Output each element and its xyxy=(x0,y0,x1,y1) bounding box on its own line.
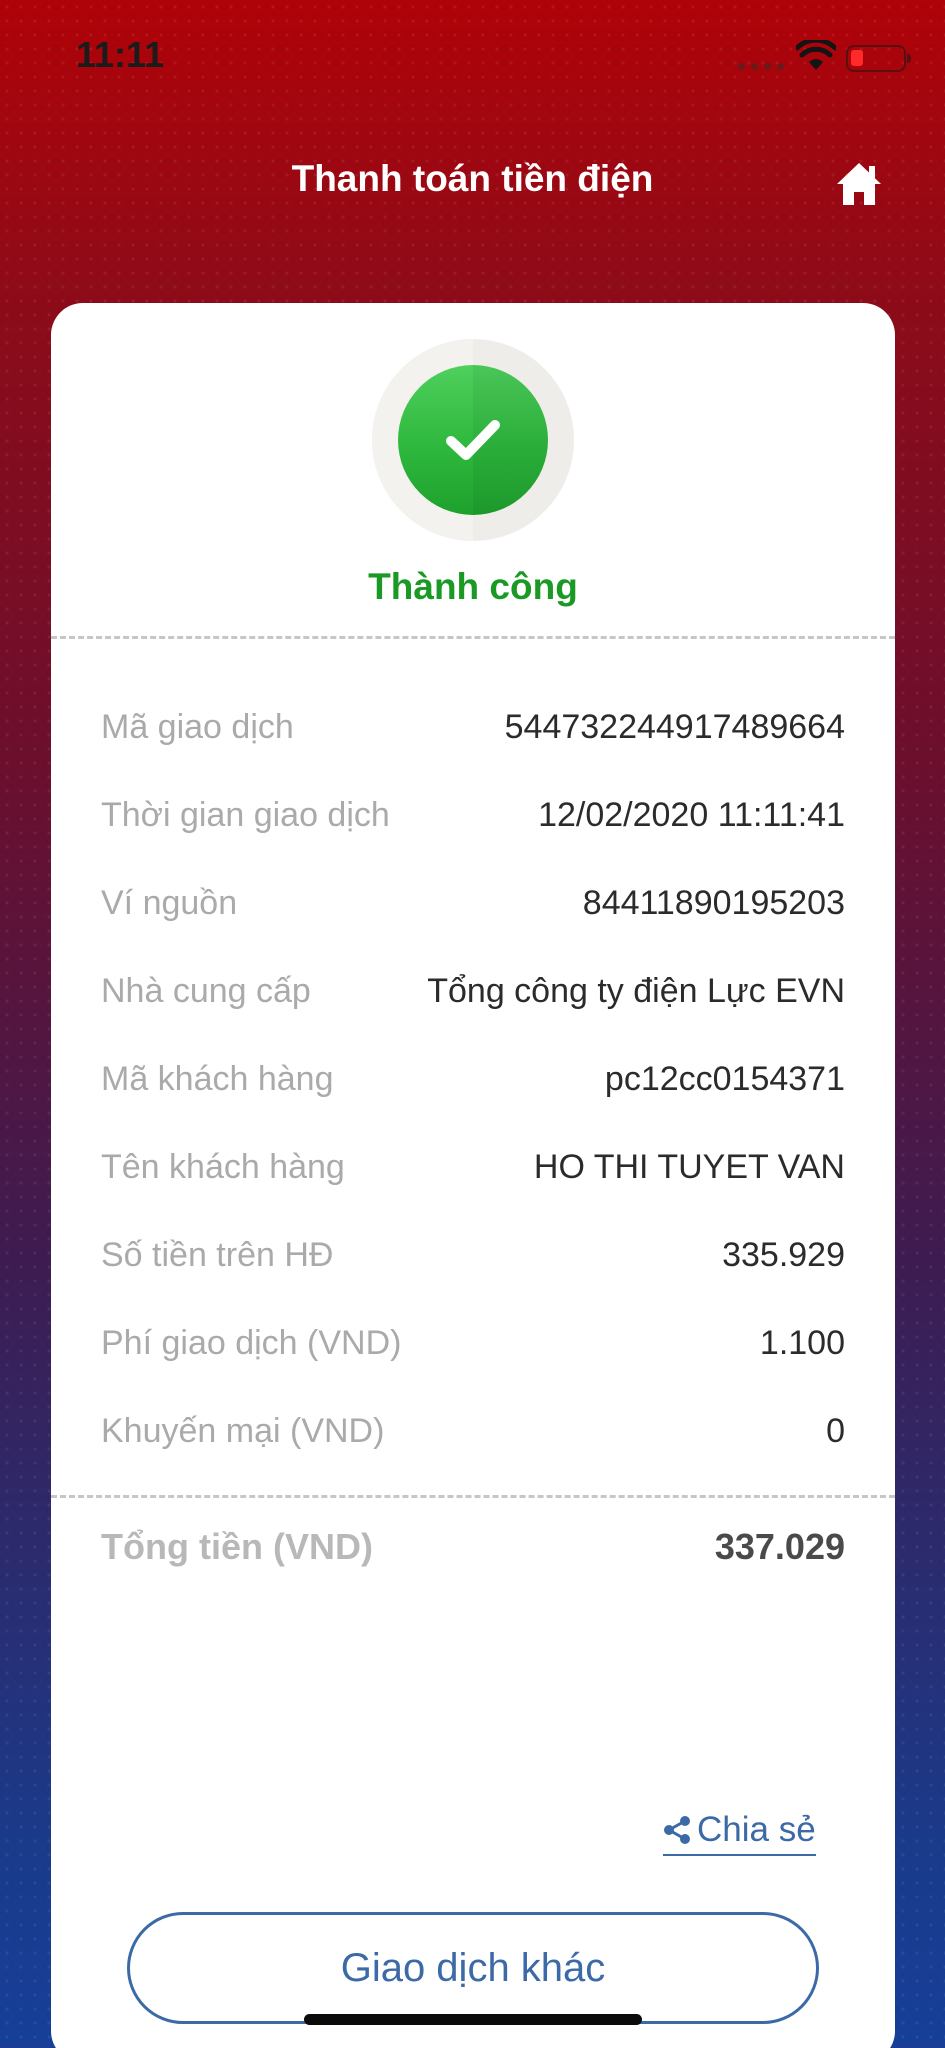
detail-label: Tên khách hàng xyxy=(101,1147,345,1186)
detail-value: 544732244917489664 xyxy=(504,707,845,746)
detail-row: Nhà cung cấp Tổng công ty điện Lực EVN xyxy=(101,966,845,1016)
success-badge xyxy=(372,339,574,541)
detail-value: Tổng công ty điện Lực EVN xyxy=(427,971,845,1010)
home-icon[interactable] xyxy=(834,160,884,208)
detail-value: 12/02/2020 11:11:41 xyxy=(538,795,845,834)
detail-label: Ví nguồn xyxy=(101,883,238,922)
detail-row: Tên khách hàng HO THI TUYET VAN xyxy=(101,1142,845,1192)
detail-row: Thời gian giao dịch 12/02/2020 11:11:41 xyxy=(101,790,845,840)
status-time: 11:11 xyxy=(76,34,165,75)
detail-value: 0 xyxy=(826,1411,845,1450)
page-title: Thanh toán tiền điện xyxy=(291,158,654,199)
detail-row: Mã khách hàng pc12cc0154371 xyxy=(101,1054,845,1104)
share-icon xyxy=(664,1816,690,1844)
detail-value: 1.100 xyxy=(759,1323,845,1362)
detail-row: Phí giao dịch (VND) 1.100 xyxy=(101,1318,845,1368)
detail-row: Khuyến mại (VND) 0 xyxy=(101,1406,845,1456)
detail-label: Mã khách hàng xyxy=(101,1059,334,1098)
status-label: Thành công xyxy=(368,566,578,607)
detail-row: Mã giao dịch 544732244917489664 xyxy=(101,702,845,752)
share-link[interactable]: Chia sẻ xyxy=(663,1808,816,1856)
detail-label: Phí giao dịch (VND) xyxy=(101,1323,402,1362)
detail-value: pc12cc0154371 xyxy=(604,1059,845,1098)
detail-value: 335.929 xyxy=(722,1235,845,1274)
total-value: 337.029 xyxy=(714,1526,845,1567)
battery-icon xyxy=(846,45,911,72)
share-label: Chia sẻ xyxy=(697,1810,816,1849)
detail-label: Khuyến mại (VND) xyxy=(101,1411,385,1450)
receipt-card: Thành công Mã giao dịch 5447322449174896… xyxy=(51,303,895,2048)
check-icon xyxy=(446,420,500,460)
success-circle xyxy=(398,365,548,515)
status-bar: 11:11 xyxy=(0,0,945,120)
detail-label: Số tiền trên HĐ xyxy=(101,1235,334,1274)
detail-row: Số tiền trên HĐ 335.929 xyxy=(101,1230,845,1280)
detail-row: Ví nguồn 84411890195203 xyxy=(101,878,845,928)
detail-label: Mã giao dịch xyxy=(101,707,294,746)
wifi-icon xyxy=(796,40,836,70)
detail-label: Thời gian giao dịch xyxy=(101,795,390,834)
detail-label: Nhà cung cấp xyxy=(101,971,311,1010)
home-indicator xyxy=(304,2014,642,2025)
divider xyxy=(51,1495,895,1498)
detail-value: 84411890195203 xyxy=(582,883,845,922)
total-row: Tổng tiền (VND) 337.029 xyxy=(101,1522,845,1572)
detail-value: HO THI TUYET VAN xyxy=(533,1147,845,1186)
cellular-signal-icon xyxy=(738,63,786,71)
other-transaction-button[interactable]: Giao dịch khác xyxy=(127,1912,819,2024)
total-label: Tổng tiền (VND) xyxy=(101,1526,373,1567)
divider xyxy=(51,636,895,639)
